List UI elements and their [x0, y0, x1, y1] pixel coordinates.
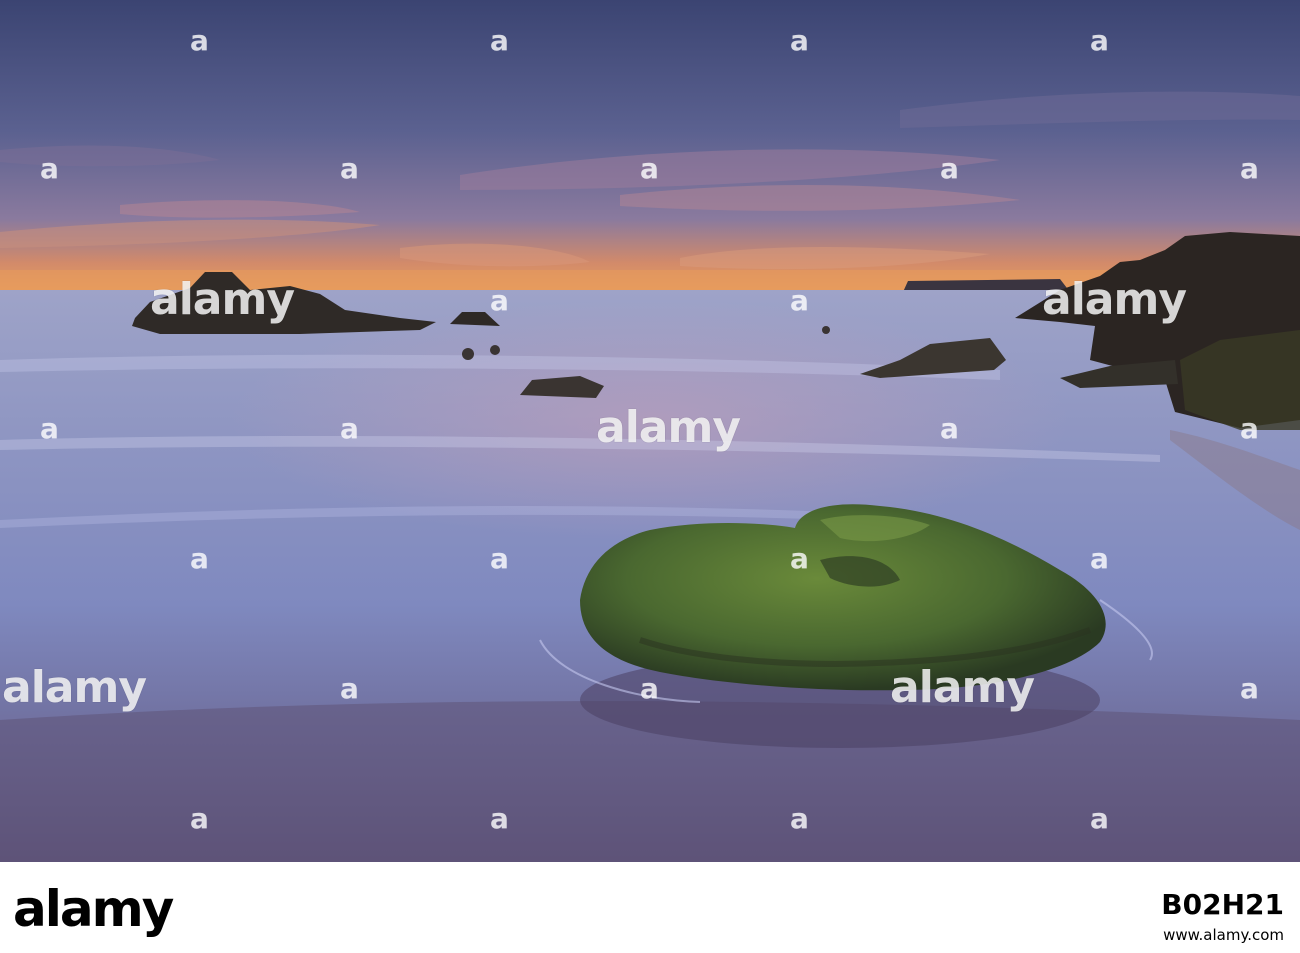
watermark-brand: alamy — [596, 402, 741, 453]
alamy-logo[interactable]: alamy — [13, 884, 174, 934]
watermark-letter: a — [1240, 672, 1259, 705]
watermark-letter: a — [40, 412, 59, 445]
watermark-letter: a — [190, 24, 209, 57]
watermark-brand: alamy — [890, 662, 1035, 713]
watermark-letter: a — [490, 284, 509, 317]
stock-photo: a a a a a a a a a alamy a a alamy a a al… — [0, 0, 1300, 862]
watermark-letter: a — [1090, 802, 1109, 835]
watermark-letter: a — [1090, 542, 1109, 575]
watermark-letter: a — [1240, 152, 1259, 185]
watermark-letter: a — [490, 24, 509, 57]
image-id: B02H21 — [1161, 888, 1284, 921]
watermark-letter: a — [340, 412, 359, 445]
watermark-letter: a — [1240, 412, 1259, 445]
watermark-letter: a — [790, 542, 809, 575]
watermark-brand: alamy — [1042, 274, 1187, 325]
watermark-letter: a — [490, 802, 509, 835]
watermark-letter: a — [190, 802, 209, 835]
site-url[interactable]: www.alamy.com — [1163, 926, 1284, 944]
watermark-letter: a — [1090, 24, 1109, 57]
watermark-letter: a — [190, 542, 209, 575]
watermark-letter: a — [940, 412, 959, 445]
watermark-letter: a — [640, 152, 659, 185]
watermark-brand: alamy — [2, 662, 147, 713]
watermark-letter: a — [790, 24, 809, 57]
watermark-letter: a — [790, 284, 809, 317]
watermark-letter: a — [40, 152, 59, 185]
watermark-brand: alamy — [150, 274, 295, 325]
stock-footer: alamy B02H21 www.alamy.com — [0, 862, 1300, 953]
watermark-letter: a — [640, 672, 659, 705]
watermark-letter: a — [340, 672, 359, 705]
watermark-letter: a — [340, 152, 359, 185]
watermark-letter: a — [490, 542, 509, 575]
watermark-letter: a — [940, 152, 959, 185]
watermark-letter: a — [790, 802, 809, 835]
